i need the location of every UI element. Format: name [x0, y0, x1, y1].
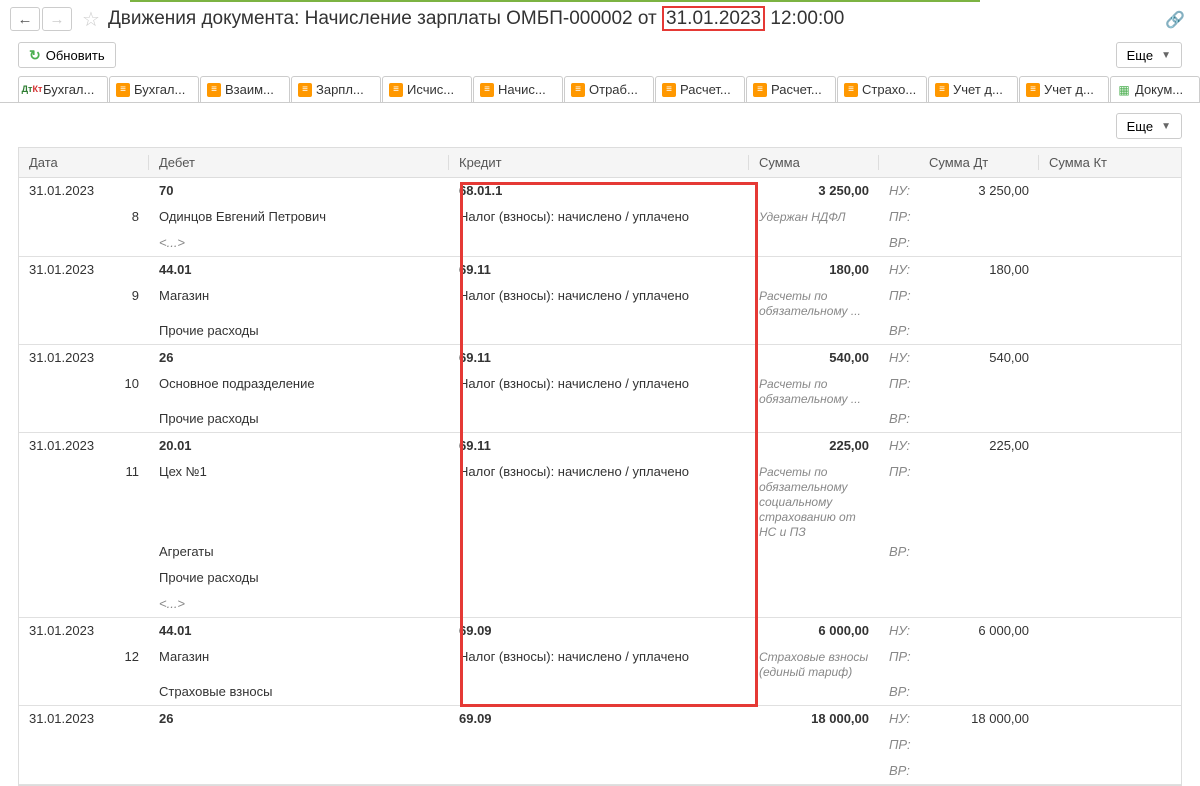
tab-11[interactable]: ≡ Учет д...: [1019, 76, 1109, 102]
tab-label: Докум...: [1135, 82, 1183, 97]
link-icon[interactable]: 🔗: [1165, 10, 1185, 30]
tab-label: Отраб...: [589, 82, 638, 97]
tab-3[interactable]: ≡ Зарпл...: [291, 76, 381, 102]
orange-icon: ≡: [753, 83, 767, 97]
grid-body: 31.01.20237068.01.13 250,00НУ:3 250,008О…: [19, 178, 1181, 785]
grid-header: Дата Дебет Кредит Сумма Сумма Дт Сумма К…: [19, 148, 1181, 178]
tab-content: Еще▼ Дата Дебет Кредит Сумма Сумма Дт Су…: [0, 103, 1200, 786]
tab-8[interactable]: ≡ Расчет...: [746, 76, 836, 102]
tab-label: Начис...: [498, 82, 546, 97]
orange-icon: ≡: [116, 83, 130, 97]
back-button[interactable]: ←: [10, 7, 40, 31]
tab-2[interactable]: ≡ Взаим...: [200, 76, 290, 102]
orange-icon: ≡: [571, 83, 585, 97]
table-row[interactable]: 31.01.20237068.01.13 250,00НУ:3 250,008О…: [19, 178, 1181, 257]
col-sum[interactable]: Сумма: [749, 155, 879, 170]
orange-icon: ≡: [480, 83, 494, 97]
forward-button[interactable]: →: [42, 7, 72, 31]
sub-toolbar: ↻ Обновить Еще▼: [0, 38, 1200, 76]
col-sum-kt[interactable]: Сумма Кт: [1039, 155, 1159, 170]
more-button-2[interactable]: Еще▼: [1116, 113, 1182, 139]
tab-label: Бухгал...: [43, 82, 94, 97]
refresh-button[interactable]: ↻ Обновить: [18, 42, 116, 68]
tab-7[interactable]: ≡ Расчет...: [655, 76, 745, 102]
tab-label: Страхо...: [862, 82, 916, 97]
table-row[interactable]: 31.01.20232669.11540,00НУ:540,0010Основн…: [19, 345, 1181, 433]
orange-icon: ≡: [298, 83, 312, 97]
top-toolbar: ← → ☆ Движения документа: Начисление зар…: [0, 0, 1200, 38]
highlighted-date: 31.01.2023: [662, 6, 765, 31]
tab-6[interactable]: ≡ Отраб...: [564, 76, 654, 102]
tab-label: Зарпл...: [316, 82, 364, 97]
tab-12[interactable]: ▦ Докум...: [1110, 76, 1200, 102]
tab-label: Учет д...: [953, 82, 1003, 97]
table-row[interactable]: 31.01.20232669.0918 000,00НУ:18 000,00ПР…: [19, 706, 1181, 785]
col-sum-dt[interactable]: Сумма Дт: [919, 155, 1039, 170]
tab-1[interactable]: ≡ Бухгал...: [109, 76, 199, 102]
tab-4[interactable]: ≡ Исчис...: [382, 76, 472, 102]
table-icon: ▦: [1117, 83, 1131, 97]
tab-label: Исчис...: [407, 82, 454, 97]
table-row[interactable]: 31.01.202320.0169.11225,00НУ:225,0011Цех…: [19, 433, 1181, 618]
tab-label: Бухгал...: [134, 82, 185, 97]
tab-0[interactable]: ДтКт Бухгал...: [18, 76, 108, 102]
orange-icon: ≡: [207, 83, 221, 97]
tab-label: Взаим...: [225, 82, 274, 97]
orange-icon: ≡: [844, 83, 858, 97]
tab-label: Расчет...: [771, 82, 822, 97]
table-row[interactable]: 31.01.202344.0169.096 000,00НУ:6 000,001…: [19, 618, 1181, 706]
col-date[interactable]: Дата: [19, 155, 149, 170]
table-row[interactable]: 31.01.202344.0169.11180,00НУ:180,009Мага…: [19, 257, 1181, 345]
col-credit[interactable]: Кредит: [449, 155, 749, 170]
orange-icon: ≡: [935, 83, 949, 97]
tab-label: Учет д...: [1044, 82, 1094, 97]
orange-icon: ≡: [389, 83, 403, 97]
orange-icon: ≡: [662, 83, 676, 97]
refresh-icon: ↻: [29, 47, 41, 64]
tabs-bar: ДтКт Бухгал... ≡ Бухгал... ≡ Взаим... ≡ Зарпл..…: [0, 76, 1200, 103]
tab-5[interactable]: ≡ Начис...: [473, 76, 563, 102]
dtkt-icon: ДтКт: [25, 83, 39, 97]
tab-label: Расчет...: [680, 82, 731, 97]
star-icon[interactable]: ☆: [82, 7, 100, 32]
page-title: Движения документа: Начисление зарплаты …: [108, 8, 844, 30]
more-button[interactable]: Еще▼: [1116, 42, 1182, 68]
data-grid: Дата Дебет Кредит Сумма Сумма Дт Сумма К…: [18, 147, 1182, 786]
col-debit[interactable]: Дебет: [149, 155, 449, 170]
tab-9[interactable]: ≡ Страхо...: [837, 76, 927, 102]
orange-icon: ≡: [1026, 83, 1040, 97]
tab-10[interactable]: ≡ Учет д...: [928, 76, 1018, 102]
